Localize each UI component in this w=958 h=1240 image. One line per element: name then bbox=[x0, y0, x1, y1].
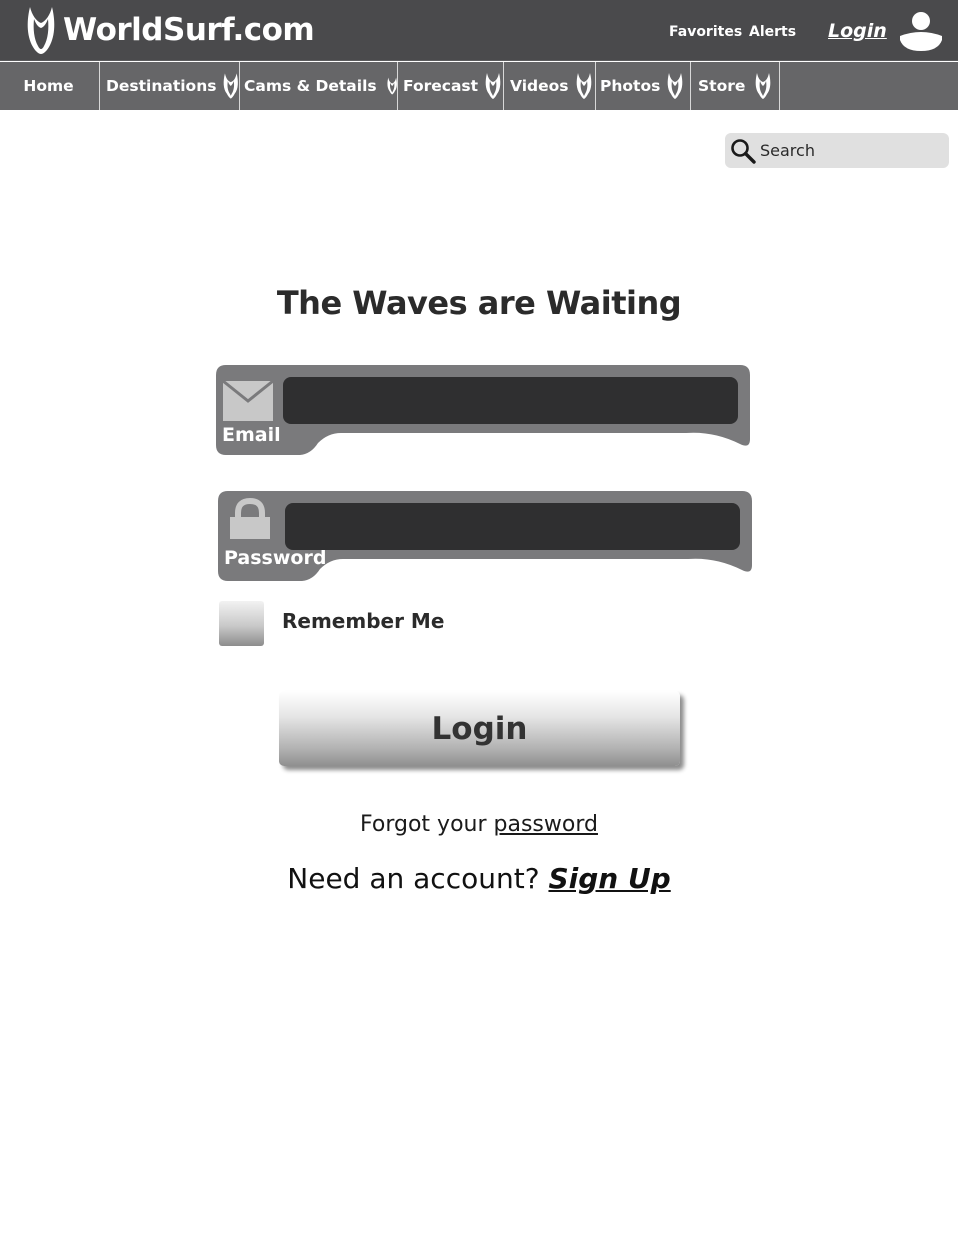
forgot-password-prefix: Forgot your bbox=[360, 812, 494, 837]
nav-item-label: Store bbox=[698, 77, 746, 95]
nav-item-label: Videos bbox=[510, 77, 569, 95]
surfboard-fin-icon bbox=[27, 7, 55, 54]
fin-dropdown-icon bbox=[485, 73, 501, 99]
envelope-icon bbox=[222, 379, 274, 421]
lock-icon bbox=[230, 497, 270, 539]
signup-text: Need an account? Sign Up bbox=[0, 862, 958, 895]
login-button[interactable]: Login bbox=[279, 691, 680, 766]
fin-dropdown-icon bbox=[224, 73, 239, 99]
nav-item-cams-details[interactable]: Cams & Details bbox=[240, 62, 398, 110]
nav-item-forecast[interactable]: Forecast bbox=[398, 62, 504, 110]
search-icon bbox=[731, 138, 756, 164]
main-nav: Home Destinations Cams & Details Forecas… bbox=[0, 62, 958, 110]
fin-dropdown-icon bbox=[668, 73, 683, 99]
alerts-link[interactable]: Alerts bbox=[749, 24, 796, 40]
password-field-group: Password bbox=[218, 491, 752, 581]
user-avatar-icon[interactable] bbox=[898, 10, 944, 54]
search-placeholder: Search bbox=[760, 141, 815, 160]
header-login-link[interactable]: Login bbox=[828, 20, 887, 42]
email-field-group: Email bbox=[216, 365, 750, 455]
fin-dropdown-icon bbox=[576, 73, 591, 99]
nav-item-store[interactable]: Store bbox=[691, 62, 780, 110]
password-label: Password bbox=[224, 547, 327, 569]
signup-prefix: Need an account? bbox=[287, 862, 549, 895]
remember-me-checkbox[interactable] bbox=[219, 601, 264, 646]
remember-me-label[interactable]: Remember Me bbox=[282, 609, 444, 633]
password-input[interactable] bbox=[285, 503, 740, 550]
site-logo[interactable]: WorldSurf.com bbox=[26, 4, 315, 56]
fin-dropdown-icon bbox=[387, 77, 397, 95]
fin-dropdown-icon bbox=[756, 73, 771, 99]
nav-item-videos[interactable]: Videos bbox=[504, 62, 596, 110]
nav-item-label: Destinations bbox=[106, 77, 217, 95]
forgot-password-text: Forgot your password bbox=[0, 812, 958, 837]
site-name: WorldSurf.com bbox=[63, 12, 315, 48]
nav-item-label: Cams & Details bbox=[244, 77, 377, 95]
nav-item-destinations[interactable]: Destinations bbox=[100, 62, 240, 110]
nav-item-label: Home bbox=[23, 77, 74, 95]
favorites-link[interactable]: Favorites bbox=[669, 24, 742, 40]
signup-link[interactable]: Sign Up bbox=[548, 862, 670, 895]
nav-item-home[interactable]: Home bbox=[0, 62, 100, 110]
email-label: Email bbox=[222, 424, 281, 446]
nav-item-label: Forecast bbox=[403, 77, 479, 95]
forgot-password-link[interactable]: password bbox=[494, 812, 598, 837]
site-header: WorldSurf.com Favorites Alerts Login bbox=[0, 0, 958, 61]
nav-item-label: Photos bbox=[600, 77, 661, 95]
search-box[interactable]: Search bbox=[725, 133, 949, 168]
page-title: The Waves are Waiting bbox=[276, 284, 682, 322]
nav-item-photos[interactable]: Photos bbox=[596, 62, 691, 110]
email-input[interactable] bbox=[283, 377, 738, 424]
login-button-label: Login bbox=[431, 710, 528, 747]
